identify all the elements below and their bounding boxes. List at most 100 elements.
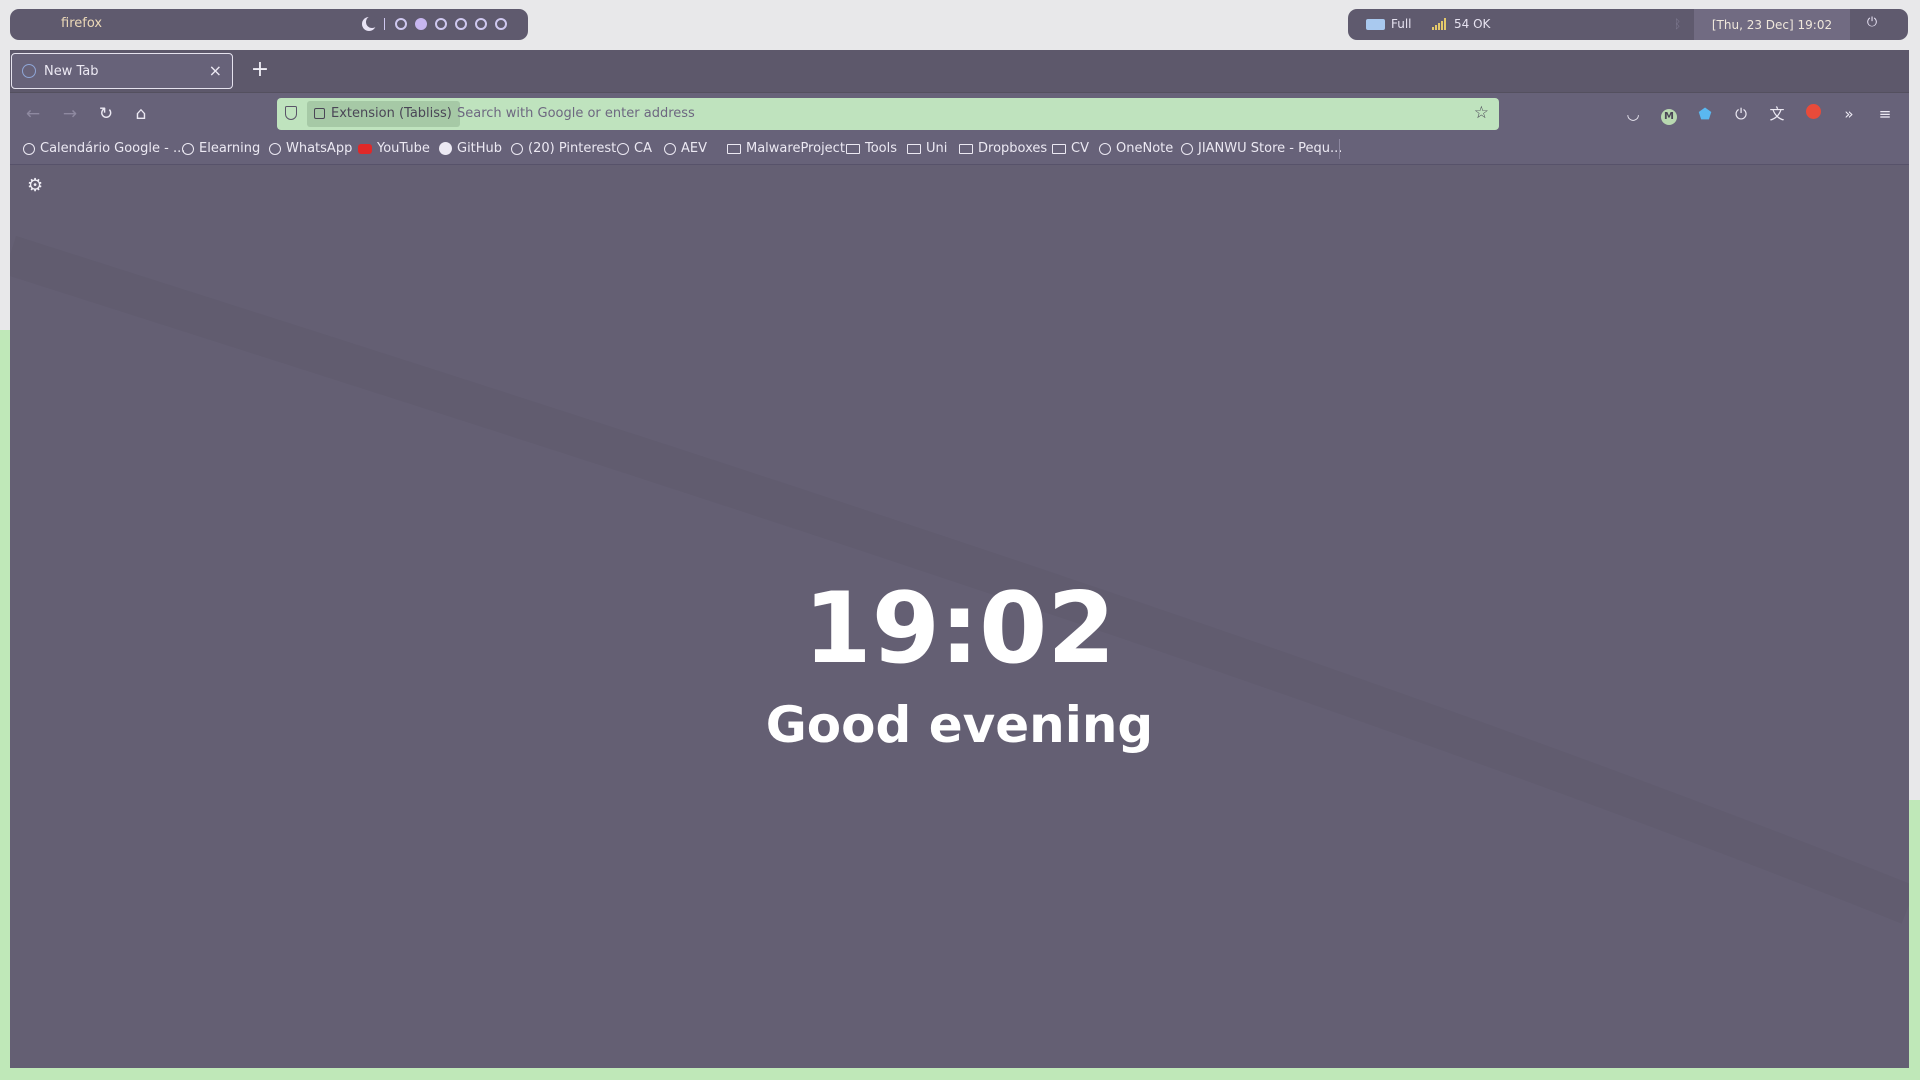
bookmark-label: JIANWU Store - Pequ... [1198, 141, 1343, 156]
globe-icon [511, 142, 523, 155]
shield-icon[interactable] [285, 106, 297, 120]
tab-new-tab[interactable]: New Tab × [11, 53, 233, 89]
workspace-bar: firefox [10, 9, 528, 40]
navigation-toolbar: ← → ↻ ⌂ Extension (Tabliss) Search with … [10, 92, 1909, 135]
clock-display: 19:02 [803, 572, 1116, 686]
greeting-text: Good evening [765, 696, 1154, 754]
github-icon [439, 142, 452, 155]
puzzle-icon [314, 108, 325, 119]
browser-window: New Tab × + ← → ↻ ⌂ Extension (Tabliss) … [10, 50, 1909, 1068]
battery-label: Full [1391, 17, 1412, 31]
bookmark-item[interactable]: AEV [664, 141, 707, 156]
active-window-title: firefox [61, 16, 103, 31]
tab-label: New Tab [44, 64, 99, 79]
bookmark-item[interactable]: WhatsApp [269, 141, 352, 156]
bookmark-label: GitHub [457, 141, 503, 156]
globe-icon [182, 142, 194, 155]
settings-gear-icon[interactable]: ⚙ [27, 177, 45, 195]
bookmark-item[interactable]: Elearning [182, 141, 260, 156]
overflow-chevron-icon[interactable]: » [1837, 102, 1861, 126]
folder-icon [846, 143, 860, 154]
folder-icon [907, 143, 921, 154]
bookmark-label: Tools [865, 141, 898, 156]
clock: [Thu, 23 Dec] 19:02 [1694, 9, 1850, 40]
bookmark-item[interactable]: (20) Pinterest [511, 141, 616, 156]
workspace-3[interactable] [435, 18, 447, 30]
globe-icon [617, 142, 629, 155]
folder-icon [727, 143, 741, 154]
folder-icon [1052, 143, 1066, 154]
extension-label: Extension (Tabliss) [331, 106, 452, 121]
shield-extension-icon[interactable]: ⬟ [1693, 102, 1717, 126]
tab-favicon-icon [22, 64, 36, 78]
bookmark-label: OneNote [1116, 141, 1174, 156]
workspace-1[interactable] [395, 18, 407, 30]
desktop-background [0, 1068, 1920, 1080]
hamburger-menu-icon[interactable]: ≡ [1873, 102, 1897, 126]
bookmark-label: Elearning [199, 141, 261, 156]
bookmark-label: Calendário Google - ... [40, 141, 186, 156]
power-extension-icon[interactable]: ⏻ [1729, 102, 1753, 126]
globe-icon [23, 142, 35, 155]
bookmark-label: Dropboxes [978, 141, 1048, 156]
new-tab-page: ⚙ 19:02 Good evening [10, 165, 1909, 1068]
bookmarks-separator [1339, 139, 1340, 159]
battery-status: Full [1366, 17, 1412, 31]
bookmark-label: WhatsApp [286, 141, 353, 156]
translate-icon[interactable]: 文 [1765, 102, 1789, 126]
bookmark-label: CA [634, 141, 652, 156]
workspace-4[interactable] [455, 18, 467, 30]
bookmark-folder[interactable]: Dropboxes [959, 141, 1047, 156]
workspace-2[interactable] [415, 18, 427, 30]
bookmark-item[interactable]: CA [617, 141, 652, 156]
bookmark-item[interactable]: GitHub [439, 141, 502, 156]
bookmark-folder[interactable]: MalwareProject [727, 141, 845, 156]
bookmark-label: MalwareProject [746, 141, 845, 156]
tab-bar: New Tab × + [10, 50, 1909, 92]
bookmark-label: YouTube [377, 141, 430, 156]
address-placeholder[interactable]: Search with Google or enter address [457, 106, 695, 121]
signal-icon [1432, 18, 1446, 30]
bookmark-label: CV [1071, 141, 1089, 156]
bluetooth-icon: ᛒ [1674, 17, 1682, 31]
bookmark-folder[interactable]: Uni [907, 141, 947, 156]
globe-icon [1181, 142, 1193, 155]
back-button[interactable]: ← [20, 101, 46, 127]
bookmark-label: AEV [681, 141, 707, 156]
home-button[interactable]: ⌂ [128, 101, 154, 127]
forward-button[interactable]: → [57, 101, 83, 127]
moon-icon [362, 16, 378, 31]
bookmark-label: Uni [926, 141, 948, 156]
extension-identity[interactable]: Extension (Tabliss) [307, 101, 460, 127]
extension-m-icon[interactable]: M [1657, 102, 1681, 126]
bookmark-folder[interactable]: Tools [846, 141, 897, 156]
address-bar[interactable]: Extension (Tabliss) Search with Google o… [277, 98, 1499, 130]
battery-icon [1366, 18, 1385, 30]
network-label: 54 OK [1454, 17, 1491, 31]
bookmark-label: (20) Pinterest [528, 141, 617, 156]
workspace-indicators [362, 16, 507, 31]
workspace-5[interactable] [475, 18, 487, 30]
bookmark-item[interactable]: Calendário Google - ... [23, 141, 185, 156]
globe-icon [664, 142, 676, 155]
power-icon[interactable]: ⏻ [1862, 15, 1882, 35]
pocket-icon[interactable]: ◡ [1621, 102, 1645, 126]
workspace-6[interactable] [495, 18, 507, 30]
folder-icon [959, 143, 973, 154]
youtube-icon [358, 143, 372, 154]
bookmark-item[interactable]: OneNote [1099, 141, 1173, 156]
network-status: 54 OK [1432, 17, 1490, 31]
bookmarks-toolbar: Calendário Google - ... Elearning WhatsA… [10, 134, 1909, 165]
color-picker-icon[interactable] [1801, 102, 1825, 126]
status-bar: Full 54 OK ᛒ [Thu, 23 Dec] 19:02 ⏻ [1348, 9, 1908, 40]
bookmark-star-icon[interactable]: ☆ [1474, 103, 1489, 123]
new-tab-button[interactable]: + [246, 57, 274, 85]
bookmark-item[interactable]: JIANWU Store - Pequ... [1181, 141, 1342, 156]
bookmark-folder[interactable]: CV [1052, 141, 1089, 156]
globe-icon [1099, 142, 1111, 155]
separator [384, 18, 385, 30]
close-icon[interactable]: × [209, 61, 222, 80]
reload-button[interactable]: ↻ [93, 101, 119, 127]
bookmark-item[interactable]: YouTube [358, 141, 430, 156]
globe-icon [269, 142, 281, 155]
